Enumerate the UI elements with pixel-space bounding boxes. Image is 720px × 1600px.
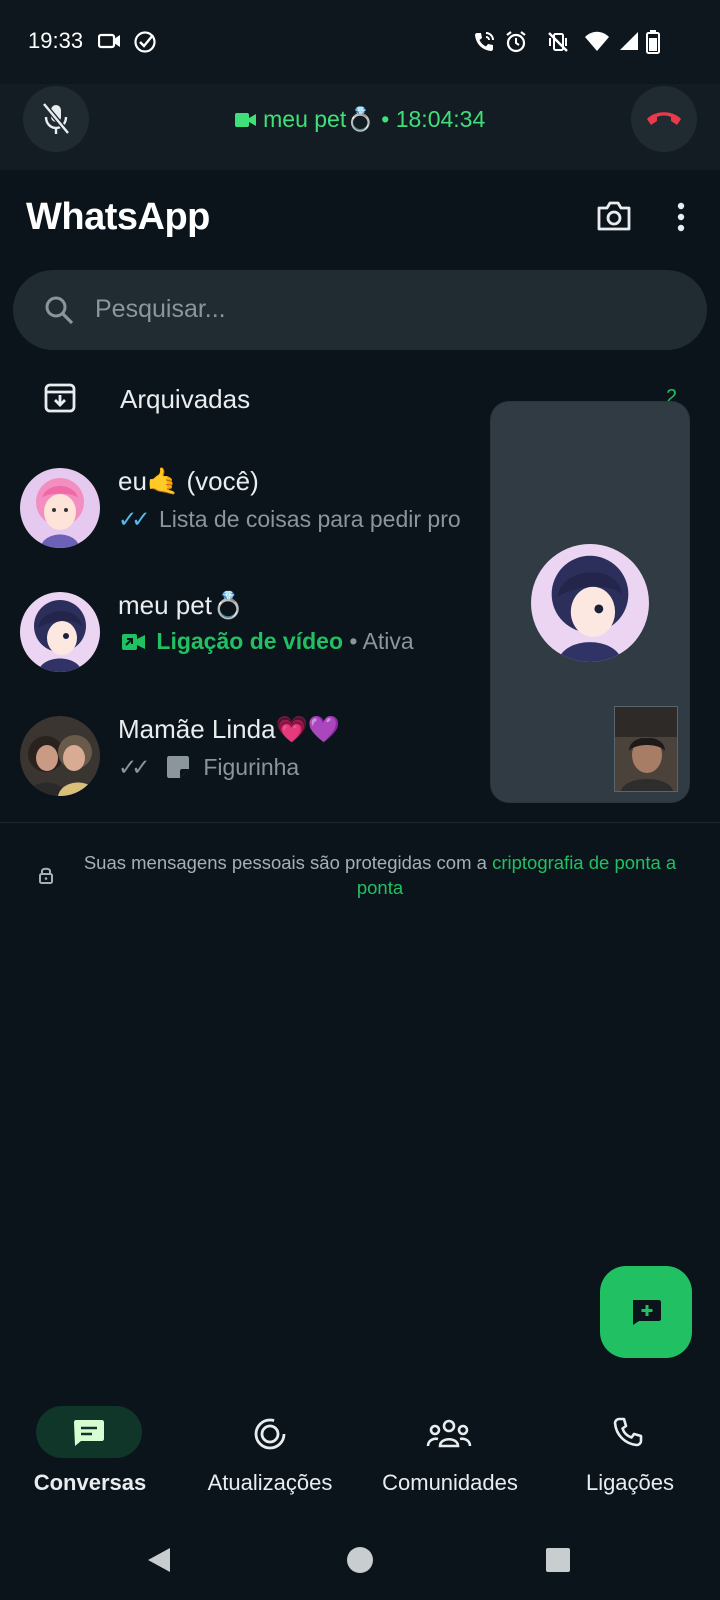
search-bar[interactable]	[13, 270, 707, 350]
system-nav-bar	[0, 1520, 720, 1600]
more-vert-icon[interactable]	[676, 202, 686, 232]
video-call-icon	[234, 113, 256, 127]
phone-icon[interactable]	[612, 1416, 644, 1448]
avatar[interactable]	[20, 592, 100, 672]
chat-icon[interactable]	[72, 1418, 106, 1448]
nav-label-atualizacoes[interactable]: Atualizações	[190, 1470, 350, 1496]
status-icon[interactable]	[252, 1416, 288, 1452]
divider	[0, 822, 720, 823]
camera-icon[interactable]	[596, 200, 632, 232]
new-chat-icon	[633, 1300, 661, 1325]
encryption-text: Suas mensagens pessoais são protegidas c…	[83, 852, 493, 873]
chat-preview: Figurinha	[203, 754, 300, 780]
check-circle-icon	[134, 31, 156, 53]
sticker-icon	[166, 756, 189, 778]
status-time: 19:33	[28, 28, 84, 53]
search-icon	[45, 296, 74, 325]
alarm-icon	[506, 31, 526, 53]
app-title: WhatsApp	[26, 196, 210, 238]
new-chat-button[interactable]	[600, 1266, 692, 1358]
wifi-call-icon	[475, 32, 494, 51]
call-separator: •	[381, 106, 390, 132]
preview-separator: •	[349, 628, 358, 654]
pip-avatar	[531, 544, 649, 662]
encryption-notice: Suas mensagens pessoais são protegidas c…	[80, 850, 680, 900]
call-title[interactable]: meu pet💍 • 18:04:34	[0, 106, 720, 133]
self-camera-preview	[614, 706, 678, 792]
call-duration: 18:04:34	[395, 106, 486, 132]
chat-name: meu pet💍	[118, 590, 245, 620]
wifi-icon	[585, 31, 609, 51]
nav-label-ligacoes[interactable]: Ligações	[550, 1470, 710, 1496]
archive-icon	[44, 383, 76, 413]
search-input[interactable]	[93, 294, 617, 325]
home-icon[interactable]	[346, 1546, 374, 1574]
chat-preview-line: ✓✓ Lista de coisas para pedir pro	[118, 506, 461, 533]
lock-icon	[39, 867, 53, 884]
delivered-ticks-icon: ✓✓	[118, 754, 150, 780]
chat-preview: Lista de coisas para pedir pro	[158, 506, 461, 532]
call-status-highlight: Ligação de vídeo	[156, 628, 343, 654]
video-call-icon	[122, 634, 145, 650]
battery-icon	[646, 30, 660, 54]
back-icon[interactable]	[146, 1546, 172, 1574]
video-call-pip[interactable]	[491, 402, 689, 802]
video-camera-icon	[98, 33, 120, 49]
chat-preview-line: ✓✓ Figurinha	[118, 754, 299, 781]
chat-preview-line: Ligação de vídeo • Ativa	[122, 628, 414, 655]
chat-name: Mamãe Linda💗💜	[118, 714, 341, 744]
archived-label: Arquivadas	[120, 384, 251, 414]
end-call-button[interactable]	[631, 86, 697, 152]
hang-up-icon	[647, 112, 681, 125]
chat-name: eu🤙 (você)	[118, 466, 259, 496]
signal-icon	[620, 32, 638, 50]
recents-icon[interactable]	[546, 1548, 570, 1572]
community-icon[interactable]	[426, 1418, 472, 1450]
call-contact-name: meu pet💍	[263, 106, 375, 132]
nav-label-comunidades[interactable]: Comunidades	[360, 1470, 540, 1496]
avatar[interactable]	[20, 716, 100, 796]
call-status: Ativa	[362, 628, 414, 654]
avatar[interactable]	[20, 468, 100, 548]
vibrate-off-icon	[548, 32, 568, 52]
nav-label-conversas[interactable]: Conversas	[10, 1470, 170, 1496]
read-ticks-icon: ✓✓	[118, 506, 150, 532]
